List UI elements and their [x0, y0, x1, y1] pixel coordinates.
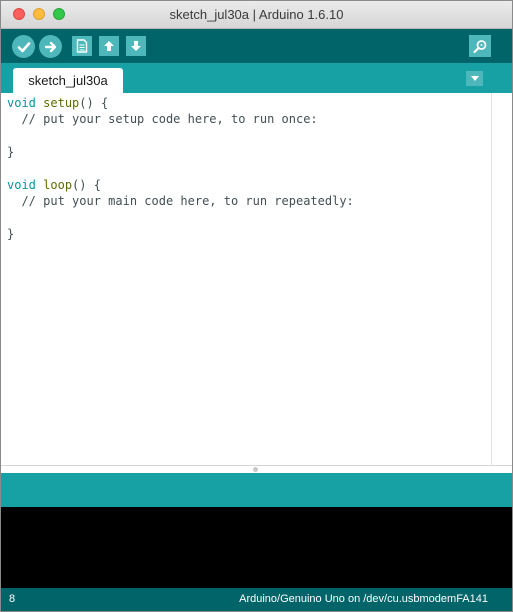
magnifier-icon — [473, 40, 487, 54]
toolbar — [1, 29, 512, 63]
code-brace: } — [7, 227, 15, 242]
up-arrow-icon — [104, 41, 114, 51]
verify-button[interactable] — [12, 35, 35, 58]
drag-handle-icon[interactable] — [253, 467, 258, 472]
code-punct: () { — [79, 96, 109, 110]
board-port-info: Arduino/Genuino Uno on /dev/cu.usbmodemF… — [239, 593, 488, 605]
save-sketch-button[interactable] — [126, 36, 146, 56]
right-arrow-icon — [44, 41, 56, 52]
code-brace: } — [7, 145, 15, 160]
code-punct: () { — [72, 178, 101, 193]
function-setup: setup — [43, 96, 80, 110]
document-icon — [76, 39, 88, 53]
split-pane-divider[interactable] — [1, 465, 512, 473]
editor-scrollbar[interactable] — [491, 93, 492, 465]
tab-menu-button[interactable] — [466, 71, 483, 86]
tab-sketch[interactable]: sketch_jul30a — [13, 68, 123, 93]
code-comment: // put your main code here, to run repea… — [7, 194, 354, 209]
keyword-void: void — [7, 178, 36, 193]
code-text: void setup() { // put your setup code he… — [7, 95, 354, 243]
checkmark-icon — [17, 41, 30, 52]
chevron-down-icon — [470, 76, 479, 81]
output-console[interactable] — [1, 507, 512, 588]
window-title: sketch_jul30a | Arduino 1.6.10 — [169, 7, 344, 22]
code-editor[interactable]: void setup() { // put your setup code he… — [1, 93, 512, 465]
line-number: 8 — [9, 593, 16, 605]
arduino-window: sketch_jul30a | Arduino 1.6.10 sketch_ju… — [0, 0, 513, 612]
down-arrow-icon — [131, 41, 141, 51]
status-bar: 8 Arduino/Genuino Uno on /dev/cu.usbmode… — [1, 588, 512, 611]
open-sketch-button[interactable] — [99, 36, 119, 56]
keyword-void: void — [7, 96, 36, 110]
function-loop: loop — [43, 178, 73, 193]
upload-button[interactable] — [39, 35, 62, 58]
tab-bar: sketch_jul30a — [1, 63, 512, 93]
new-sketch-button[interactable] — [72, 36, 92, 56]
code-comment: // put your setup code here, to run once… — [7, 112, 318, 127]
message-area — [1, 473, 512, 507]
title-bar[interactable]: sketch_jul30a | Arduino 1.6.10 — [1, 1, 512, 29]
serial-monitor-button[interactable] — [469, 35, 491, 57]
